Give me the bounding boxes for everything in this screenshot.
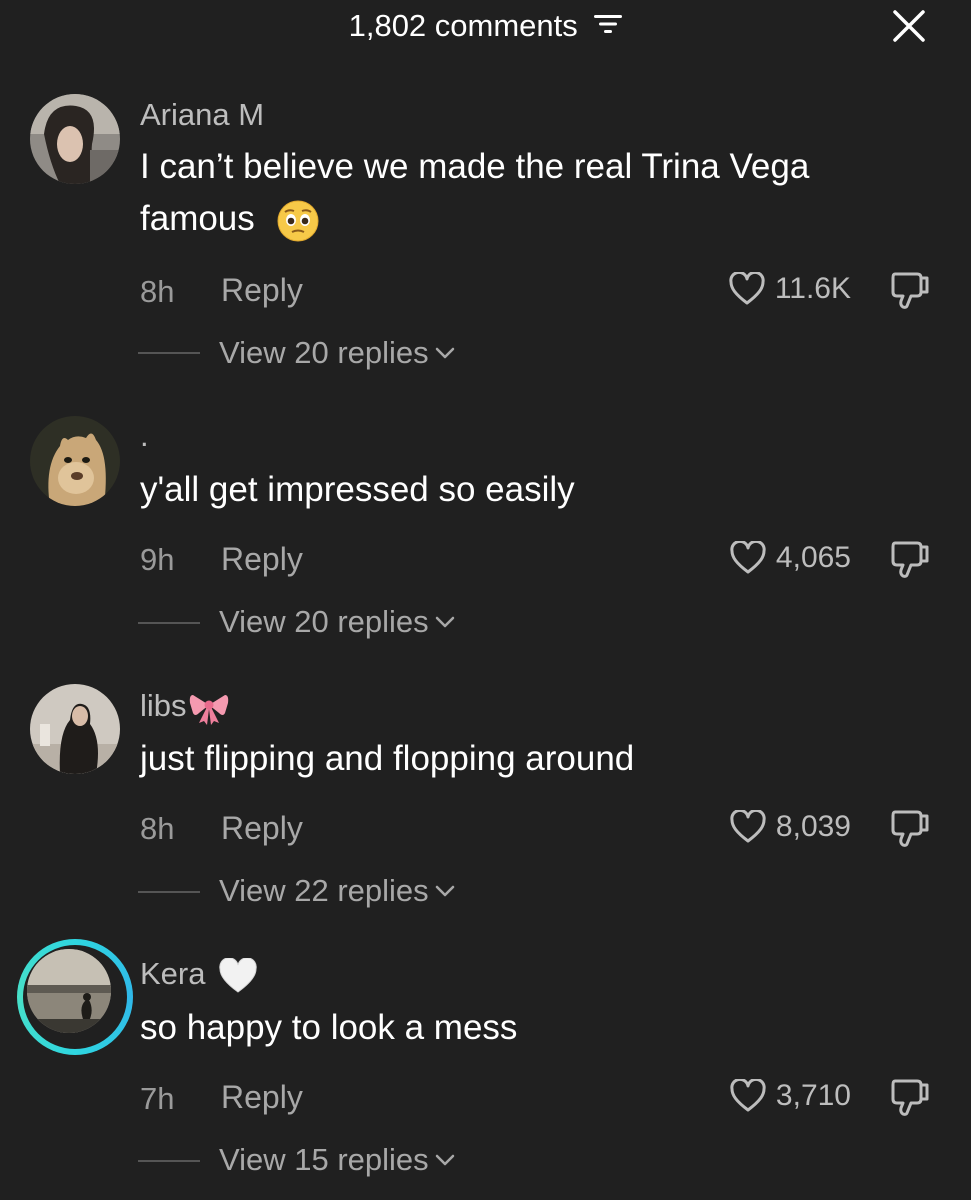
dislike-icon[interactable] <box>887 268 933 314</box>
view-replies-label: View 20 replies <box>219 604 429 639</box>
username[interactable]: libs <box>140 688 229 725</box>
reply-button[interactable]: Reply <box>221 1079 303 1116</box>
username[interactable]: Kera <box>140 956 258 994</box>
dislike-icon[interactable] <box>887 537 933 583</box>
avatar[interactable] <box>27 949 111 1033</box>
comment-item: Kera so happy to look a mess 7h Reply 3,… <box>0 0 971 1177</box>
dislike-icon[interactable] <box>887 1075 933 1121</box>
dislike-icon[interactable] <box>887 806 933 852</box>
white-heart-emoji-icon <box>219 957 257 993</box>
comment-time: 9h <box>140 542 175 577</box>
avatar[interactable] <box>30 684 120 774</box>
reply-button[interactable]: Reply <box>221 272 303 309</box>
view-replies-label: View 15 replies <box>219 1142 429 1177</box>
heart-icon <box>730 1079 766 1112</box>
comment-time: 8h <box>140 274 175 309</box>
like-button[interactable]: 8,039 <box>730 810 851 844</box>
heart-icon <box>729 272 765 305</box>
reply-button[interactable]: Reply <box>221 810 303 847</box>
comment-time: 7h <box>140 1081 175 1116</box>
comment-text: so happy to look a mess <box>140 1008 518 1047</box>
view-replies-button[interactable]: View 22 replies <box>219 873 455 909</box>
heart-icon <box>730 541 766 574</box>
like-button[interactable]: 11.6K <box>729 272 851 306</box>
comment-text: y'all get impressed so easily <box>140 470 575 509</box>
heart-icon <box>730 810 766 843</box>
username-label: Kera <box>140 956 206 991</box>
avatar[interactable] <box>30 416 120 506</box>
chevron-down-icon <box>435 885 454 897</box>
view-replies-button[interactable]: View 20 replies <box>219 335 455 371</box>
like-button[interactable]: 3,710 <box>730 1079 851 1113</box>
username[interactable]: . <box>140 418 149 454</box>
like-count: 8,039 <box>775 810 851 843</box>
like-count: 3,710 <box>775 1079 851 1112</box>
like-button[interactable]: 4,065 <box>730 541 851 575</box>
chevron-down-icon <box>435 1154 454 1166</box>
view-replies-button[interactable]: View 15 replies <box>219 1142 455 1178</box>
story-ring[interactable] <box>17 939 133 1055</box>
comment-text: just flipping and flopping around <box>140 739 635 778</box>
like-count: 4,065 <box>775 541 851 574</box>
chevron-down-icon <box>435 616 454 628</box>
username-label: libs <box>140 688 187 723</box>
replies-divider <box>138 1160 200 1162</box>
like-count: 11.6K <box>774 272 851 305</box>
replies-divider <box>138 891 200 893</box>
reply-button[interactable]: Reply <box>221 541 303 578</box>
view-replies-label: View 22 replies <box>219 873 429 908</box>
replies-divider <box>138 622 200 624</box>
view-replies-button[interactable]: View 20 replies <box>219 604 455 640</box>
ribbon-emoji-icon <box>189 694 228 725</box>
comment-time: 8h <box>140 811 175 846</box>
replies-divider <box>138 352 200 354</box>
view-replies-label: View 20 replies <box>219 335 429 370</box>
chevron-down-icon <box>435 347 454 359</box>
